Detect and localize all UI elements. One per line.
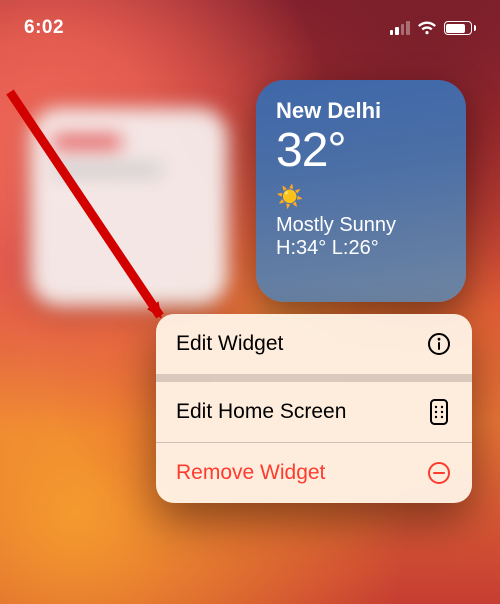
menu-item-remove-widget[interactable]: Remove Widget: [156, 443, 472, 503]
weather-widget[interactable]: New Delhi 32° ☀️ Mostly Sunny H:34° L:26…: [256, 80, 466, 302]
remove-icon: [426, 460, 452, 486]
menu-label: Edit Home Screen: [176, 400, 346, 424]
weather-high-low: H:34° L:26°: [276, 237, 446, 260]
weather-condition: Mostly Sunny: [276, 214, 446, 237]
status-bar: 6:02: [0, 0, 500, 44]
status-icons: [390, 21, 477, 35]
widget-context-menu: Edit Widget Edit Home Screen Remove Widg…: [156, 314, 472, 503]
menu-label: Edit Widget: [176, 332, 283, 356]
status-time: 6:02: [24, 17, 64, 39]
apps-grid-icon: [426, 399, 452, 425]
weather-temperature: 32°: [276, 126, 446, 176]
info-icon: [426, 331, 452, 357]
sun-icon: ☀️: [276, 186, 446, 208]
wifi-icon: [417, 21, 437, 35]
menu-item-edit-widget[interactable]: Edit Widget: [156, 314, 472, 374]
menu-label: Remove Widget: [176, 461, 325, 485]
battery-icon: [444, 21, 477, 35]
menu-separator: [156, 374, 472, 382]
menu-item-edit-home-screen[interactable]: Edit Home Screen: [156, 382, 472, 442]
cellular-signal-icon: [390, 21, 410, 35]
weather-city: New Delhi: [276, 98, 446, 124]
background-widget-blurred: [30, 108, 228, 306]
